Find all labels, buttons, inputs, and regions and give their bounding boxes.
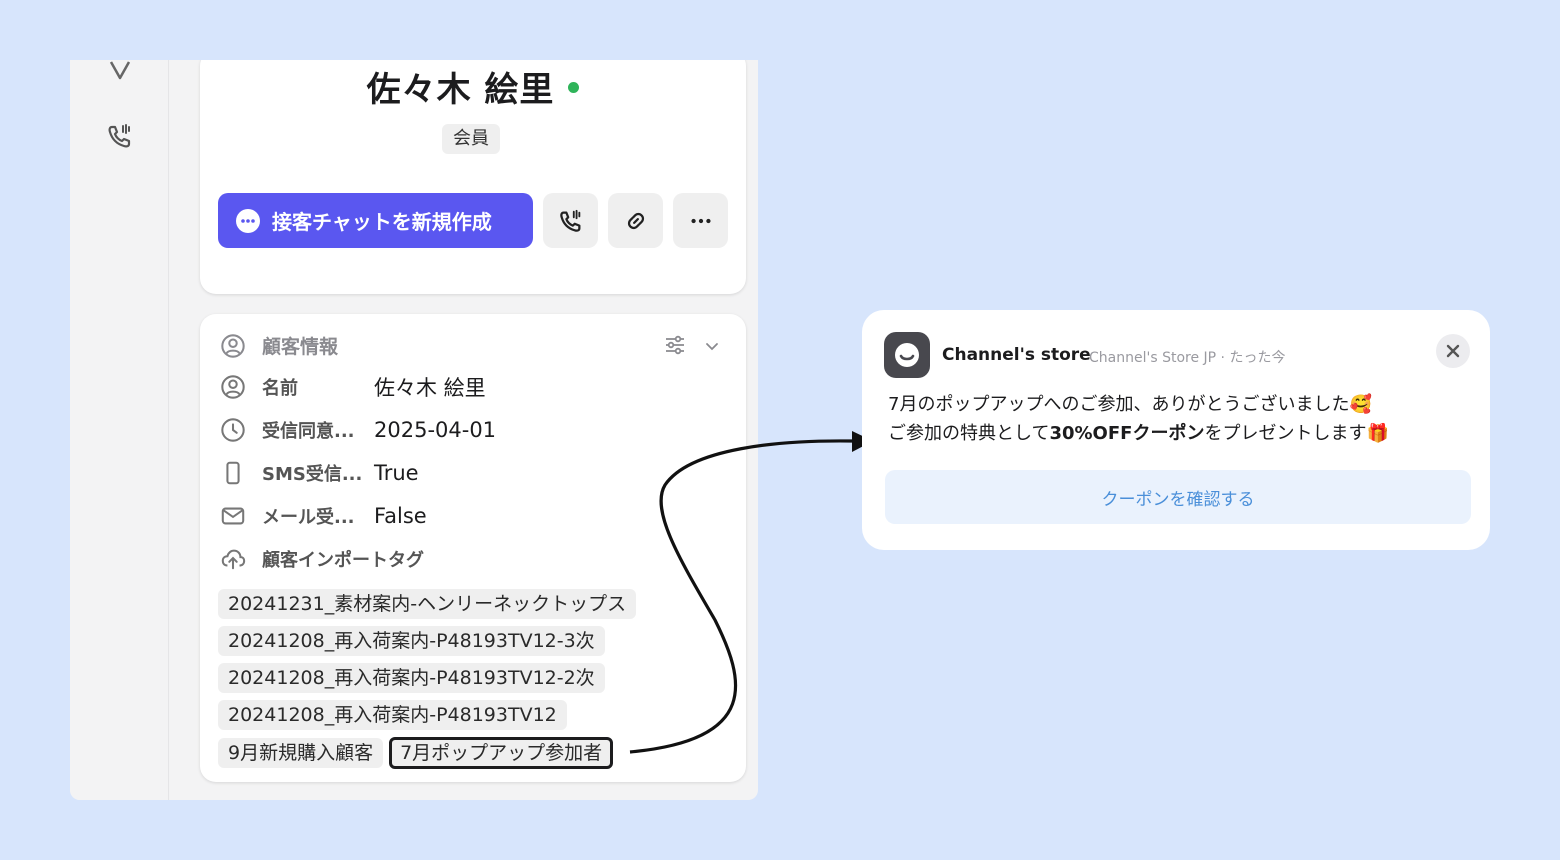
close-icon xyxy=(1446,344,1460,358)
tag-item[interactable]: 9月新規購入顧客 xyxy=(218,738,384,768)
import-tags-label: 顧客インポートタグ xyxy=(262,550,424,571)
view-coupon-button[interactable]: クーポンを確認する xyxy=(885,470,1471,524)
send-icon[interactable] xyxy=(106,60,134,84)
message-line-1: 7月のポップアップへのご参加、ありがとうございました🥰 xyxy=(888,394,1372,415)
row-mail: メール受... False xyxy=(220,501,427,531)
tag-list: 20241231_素材案内-ヘンリーネックトップス 20241208_再入荷案内… xyxy=(218,589,728,776)
mail-icon xyxy=(221,507,245,525)
message-line-2-bold: 30%OFFクーポン xyxy=(1049,423,1205,444)
tag-item[interactable]: 20241208_再入荷案内-P48193TV12 xyxy=(218,700,567,730)
new-chat-label: 接客チャットを新規作成 xyxy=(272,210,492,234)
member-badge: 会員 xyxy=(442,124,500,154)
row-value-sms[interactable]: True xyxy=(374,461,419,485)
close-button[interactable] xyxy=(1436,334,1470,368)
customer-info-header: 顧客情報 xyxy=(220,332,338,359)
push-notification-card: Channel's store Channel's Store JP · たった… xyxy=(862,310,1490,550)
person-circle-icon xyxy=(221,333,245,358)
store-name: Channel's store xyxy=(942,345,1091,365)
row-name: 名前 佐々木 絵里 xyxy=(220,372,486,402)
notification-meta: Channel's Store JP · たった今 xyxy=(1089,350,1286,366)
message-line-2-pre: ご参加の特典として xyxy=(888,423,1050,444)
row-label-consent: 受信同意... xyxy=(262,421,355,442)
link-icon xyxy=(627,212,644,229)
tag-item[interactable]: 20241231_素材案内-ヘンリーネックトップス xyxy=(218,589,637,619)
row-label-mail: メール受... xyxy=(262,507,355,528)
channel-logo-icon xyxy=(895,343,919,367)
profile-card: 佐々木 絵里 会員 接客チャットを新規作成 xyxy=(200,60,746,294)
store-avatar xyxy=(884,332,930,378)
customer-info-card: 顧客情報 名前 佐々木 絵里 受信同意... 2025-04-01 SMS受信.… xyxy=(200,314,746,782)
row-consent: 受信同意... 2025-04-01 xyxy=(220,415,496,445)
more-icon xyxy=(690,218,711,223)
phone-icon xyxy=(226,461,240,485)
customer-info-title: 顧客情報 xyxy=(262,336,339,358)
clock-icon xyxy=(221,418,245,442)
new-chat-button[interactable]: 接客チャットを新規作成 xyxy=(218,193,533,248)
phone-call-icon xyxy=(559,209,580,232)
more-options-button[interactable] xyxy=(673,193,728,248)
crm-panel: 佐々木 絵里 会員 接客チャットを新規作成 顧客情報 名前 佐々木 絵里 受信同… xyxy=(70,60,758,800)
call-button[interactable] xyxy=(543,193,598,248)
side-rail xyxy=(70,60,169,800)
row-sms: SMS受信... True xyxy=(220,458,419,488)
row-import-tags: 顧客インポートタグ xyxy=(220,544,424,574)
message-line-2-post: をプレゼントします🎁 xyxy=(1204,423,1389,444)
cloud-upload-icon xyxy=(221,549,246,570)
row-value-consent[interactable]: 2025-04-01 xyxy=(374,418,496,442)
row-label-name: 名前 xyxy=(262,378,298,399)
tag-item[interactable]: 20241208_再入荷案内-P48193TV12-2次 xyxy=(218,663,605,693)
message-line-2: ご参加の特典として30%OFFクーポンをプレゼントします🎁 xyxy=(888,419,1468,448)
tag-item[interactable]: 20241208_再入荷案内-P48193TV12-3次 xyxy=(218,626,605,656)
chat-bubble-icon xyxy=(236,208,260,233)
chevron-down-icon[interactable] xyxy=(703,337,721,355)
phone-call-icon[interactable] xyxy=(106,122,134,150)
filter-settings-icon[interactable] xyxy=(664,334,686,356)
row-value-name[interactable]: 佐々木 絵里 xyxy=(374,372,486,402)
tag-item-highlighted[interactable]: 7月ポップアップ参加者 xyxy=(389,737,614,769)
row-value-mail[interactable]: False xyxy=(374,504,427,528)
online-status-dot xyxy=(568,82,580,93)
person-circle-icon xyxy=(221,375,245,399)
customer-name: 佐々木 絵里 xyxy=(366,70,555,110)
profile-name-row: 佐々木 絵里 xyxy=(200,62,746,111)
notification-message: 7月のポップアップへのご参加、ありがとうございました🥰 ご参加の特典として30%… xyxy=(888,390,1468,448)
row-label-sms: SMS受信... xyxy=(262,464,363,485)
copy-link-button[interactable] xyxy=(608,193,663,248)
